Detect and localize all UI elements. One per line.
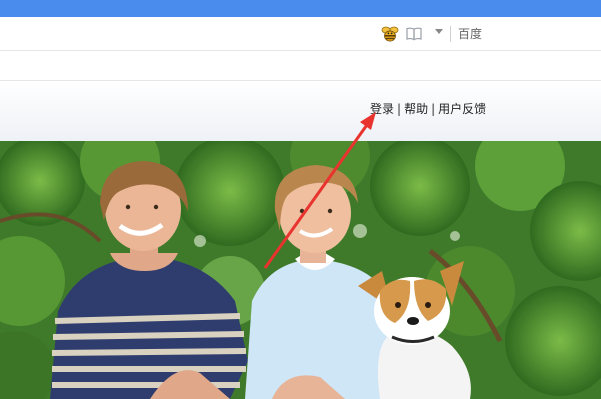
login-link[interactable]: 登录 [370,102,394,116]
photo-two-boys-with-dog [0,141,601,399]
site-header: 登录 | 帮助 | 用户反馈 [0,82,601,141]
browser-page: 百度 登录 | 帮助 | 用户反馈 [0,0,601,399]
feedback-link[interactable]: 用户反馈 [438,102,486,116]
search-engine-label[interactable]: 百度 [458,26,482,42]
browser-top-strip [0,0,601,17]
toolbar-divider [450,26,451,42]
help-link[interactable]: 帮助 [404,102,428,116]
nav-separator: | [431,102,436,116]
header-nav: 登录 | 帮助 | 用户反馈 [370,101,486,117]
dropdown-icon[interactable] [435,29,443,34]
nav-separator: | [397,102,402,116]
bee-icon[interactable] [381,25,399,43]
banner-photo [0,141,601,399]
book-icon[interactable] [405,25,423,43]
bookmark-bar [0,52,601,81]
browser-toolbar: 百度 [0,17,601,51]
